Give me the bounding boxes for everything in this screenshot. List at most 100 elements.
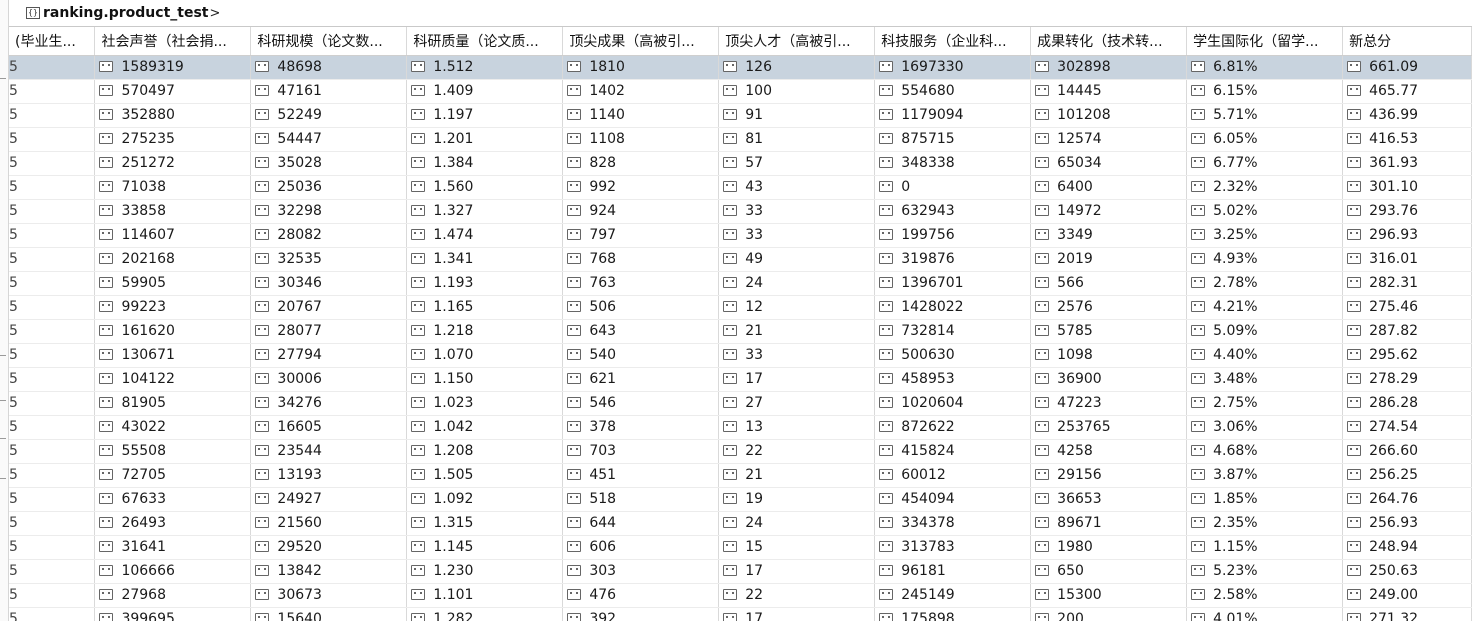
table-cell[interactable]: 24 [718, 511, 876, 536]
table-cell[interactable]: 15300 [1030, 583, 1188, 608]
table-cell[interactable]: 256.25 [1342, 463, 1472, 488]
table-cell[interactable]: 48698 [250, 55, 408, 80]
table-cell[interactable]: 5 [9, 319, 96, 344]
table-cell[interactable]: 4.68% [1186, 439, 1344, 464]
table-cell[interactable]: 33858 [94, 199, 252, 224]
table-cell[interactable]: 5 [9, 535, 96, 560]
table-cell[interactable]: 72705 [94, 463, 252, 488]
table-cell[interactable]: 89671 [1030, 511, 1188, 536]
table-cell[interactable]: 1.409 [406, 79, 564, 104]
table-cell[interactable]: 1.201 [406, 127, 564, 152]
table-cell[interactable]: 4.21% [1186, 295, 1344, 320]
table-cell[interactable]: 5 [9, 247, 96, 272]
table-cell[interactable]: 5 [9, 79, 96, 104]
table-cell[interactable]: 1396701 [874, 271, 1032, 296]
table-cell[interactable]: 43022 [94, 415, 252, 440]
table-cell[interactable]: 1.282 [406, 607, 564, 621]
table-cell[interactable]: 266.60 [1342, 439, 1472, 464]
table-cell[interactable]: 500630 [874, 343, 1032, 368]
table-cell[interactable]: 1.193 [406, 271, 564, 296]
table-cell[interactable]: 458953 [874, 367, 1032, 392]
table-cell[interactable]: 4.93% [1186, 247, 1344, 272]
table-cell[interactable]: 100 [718, 79, 876, 104]
table-cell[interactable]: 6.81% [1186, 55, 1344, 80]
table-cell[interactable]: 875715 [874, 127, 1032, 152]
table-cell[interactable]: 278.29 [1342, 367, 1472, 392]
table-cell[interactable]: 200 [1030, 607, 1188, 621]
table-cell[interactable]: 1.341 [406, 247, 564, 272]
table-cell[interactable]: 763 [562, 271, 720, 296]
table-cell[interactable]: 27968 [94, 583, 252, 608]
table-cell[interactable]: 2.32% [1186, 175, 1344, 200]
table-cell[interactable]: 1.474 [406, 223, 564, 248]
table-cell[interactable]: 1.070 [406, 343, 564, 368]
table-cell[interactable]: 570497 [94, 79, 252, 104]
table-cell[interactable]: 30673 [250, 583, 408, 608]
table-cell[interactable]: 476 [562, 583, 720, 608]
table-cell[interactable]: 2.75% [1186, 391, 1344, 416]
table-cell[interactable]: 5 [9, 343, 96, 368]
table-cell[interactable]: 6.05% [1186, 127, 1344, 152]
table-cell[interactable]: 30346 [250, 271, 408, 296]
table-cell[interactable]: 644 [562, 511, 720, 536]
table-cell[interactable]: 1140 [562, 103, 720, 128]
table-cell[interactable]: 5 [9, 127, 96, 152]
table-cell[interactable]: 451 [562, 463, 720, 488]
table-cell[interactable]: 5 [9, 151, 96, 176]
table-cell[interactable]: 5 [9, 55, 96, 80]
table-cell[interactable]: 5 [9, 223, 96, 248]
table-cell[interactable]: 26493 [94, 511, 252, 536]
table-cell[interactable]: 872622 [874, 415, 1032, 440]
table-cell[interactable]: 24 [718, 271, 876, 296]
table-row[interactable]: 5 72705 13193 1.505 451 21 60012 29156 3.87% 256.… [9, 463, 1472, 488]
table-cell[interactable]: 621 [562, 367, 720, 392]
table-cell[interactable]: 1.218 [406, 319, 564, 344]
table-row[interactable]: 5 59905 30346 1.193 763 24 1396701 566 2.78% 282.… [9, 271, 1472, 296]
table-cell[interactable]: 1.384 [406, 151, 564, 176]
table-cell[interactable]: 81 [718, 127, 876, 152]
table-cell[interactable]: 250.63 [1342, 559, 1472, 584]
table-cell[interactable]: 1098 [1030, 343, 1188, 368]
table-cell[interactable]: 21 [718, 463, 876, 488]
table-cell[interactable]: 293.76 [1342, 199, 1472, 224]
table-cell[interactable]: 256.93 [1342, 511, 1472, 536]
column-header[interactable]: 新总分 [1342, 27, 1472, 56]
table-cell[interactable]: 60012 [874, 463, 1032, 488]
table-cell[interactable]: 12 [718, 295, 876, 320]
table-cell[interactable]: 1.023 [406, 391, 564, 416]
table-cell[interactable]: 992 [562, 175, 720, 200]
table-cell[interactable]: 36900 [1030, 367, 1188, 392]
table-cell[interactable]: 21 [718, 319, 876, 344]
table-cell[interactable]: 249.00 [1342, 583, 1472, 608]
table-cell[interactable]: 22 [718, 439, 876, 464]
table-cell[interactable]: 1.042 [406, 415, 564, 440]
table-cell[interactable]: 5 [9, 439, 96, 464]
table-cell[interactable]: 5.02% [1186, 199, 1344, 224]
table-cell[interactable]: 47223 [1030, 391, 1188, 416]
table-cell[interactable]: 1.101 [406, 583, 564, 608]
table-cell[interactable]: 1.092 [406, 487, 564, 512]
table-row[interactable]: 5 104122 30006 1.150 621 17 458953 36900 3.48% 27… [9, 367, 1472, 392]
table-row[interactable]: 5 161620 28077 1.218 643 21 732814 5785 5.09% 287… [9, 319, 1472, 344]
table-cell[interactable]: 5.23% [1186, 559, 1344, 584]
table-cell[interactable]: 5.71% [1186, 103, 1344, 128]
table-cell[interactable]: 3.48% [1186, 367, 1344, 392]
table-cell[interactable]: 828 [562, 151, 720, 176]
table-cell[interactable]: 465.77 [1342, 79, 1472, 104]
table-cell[interactable]: 295.62 [1342, 343, 1472, 368]
column-header[interactable]: 学生国际化（留学... [1186, 27, 1344, 56]
table-cell[interactable]: 296.93 [1342, 223, 1472, 248]
table-cell[interactable]: 361.93 [1342, 151, 1472, 176]
table-cell[interactable]: 5 [9, 391, 96, 416]
table-cell[interactable]: 378 [562, 415, 720, 440]
table-cell[interactable]: 29156 [1030, 463, 1188, 488]
table-cell[interactable]: 114607 [94, 223, 252, 248]
table-cell[interactable]: 313783 [874, 535, 1032, 560]
table-cell[interactable]: 30006 [250, 367, 408, 392]
table-cell[interactable]: 436.99 [1342, 103, 1472, 128]
table-cell[interactable]: 264.76 [1342, 487, 1472, 512]
table-cell[interactable]: 1.85% [1186, 487, 1344, 512]
table-cell[interactable]: 287.82 [1342, 319, 1472, 344]
table-cell[interactable]: 25036 [250, 175, 408, 200]
table-row[interactable]: 5 106666 13842 1.230 303 17 96181 650 5.23% 250.6… [9, 559, 1472, 584]
